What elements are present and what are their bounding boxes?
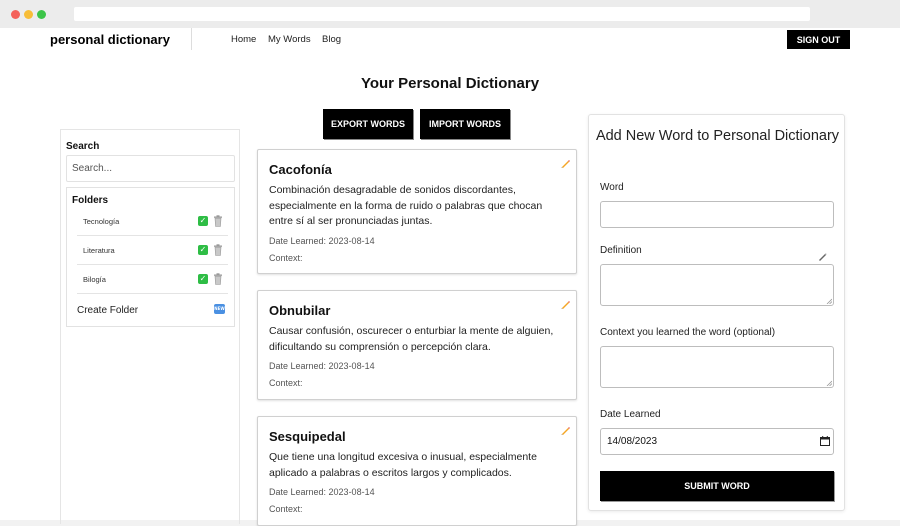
word-card: Cacofonía Combinación desagradable de so… <box>257 149 577 274</box>
date-learned: Date Learned: 2023-08-14 <box>269 236 375 246</box>
folders-panel: Folders Tecnología ✓ Literatura ✓ Bilogí… <box>66 187 235 327</box>
check-icon[interactable]: ✓ <box>198 245 208 255</box>
search-input[interactable] <box>66 155 235 182</box>
date-value: 14/08/2023 <box>607 436 658 447</box>
word-card: Sesquipedal Que tiene una longitud exces… <box>257 416 577 526</box>
create-folder-link[interactable]: Create Folder <box>77 305 138 316</box>
edit-pencil-icon[interactable] <box>560 158 571 169</box>
search-label: Search <box>66 141 100 152</box>
edit-pencil-icon[interactable] <box>560 425 571 436</box>
folder-item[interactable]: Bilogía ✓ <box>77 266 228 294</box>
new-icon[interactable]: NEW <box>214 304 225 314</box>
definition-label: Definition <box>600 245 642 256</box>
calendar-icon[interactable] <box>820 436 830 446</box>
definition-textarea[interactable] <box>600 264 834 306</box>
context-label: Context you learned the word (optional) <box>600 327 776 338</box>
sign-out-button[interactable]: SIGN OUT <box>787 30 850 49</box>
browser-chrome <box>0 0 900 28</box>
word-title: Obnubilar <box>269 303 331 318</box>
address-bar[interactable] <box>74 7 810 21</box>
date-learned: Date Learned: 2023-08-14 <box>269 361 375 371</box>
check-icon[interactable]: ✓ <box>198 274 208 284</box>
nav-home-link[interactable]: Home <box>231 34 256 45</box>
word-card: Obnubilar Causar confusión, oscurecer o … <box>257 290 577 400</box>
date-learned: Date Learned: 2023-08-14 <box>269 487 375 497</box>
definition-pencil-icon[interactable] <box>818 252 827 261</box>
sidebar: Search Folders Tecnología ✓ Literatura ✓… <box>60 129 240 524</box>
date-label: Date Learned <box>600 409 661 420</box>
trash-icon[interactable] <box>213 273 223 285</box>
folder-item[interactable]: Literatura ✓ <box>77 237 228 265</box>
maximize-window-icon[interactable] <box>37 10 46 19</box>
word-context: Context: <box>269 253 303 263</box>
nav-divider <box>191 28 192 50</box>
resize-grip-icon[interactable] <box>826 380 832 386</box>
page-title: Your Personal Dictionary <box>360 75 540 92</box>
check-icon[interactable]: ✓ <box>198 216 208 226</box>
minimize-window-icon[interactable] <box>24 10 33 19</box>
word-title: Sesquipedal <box>269 429 346 444</box>
browser-window: personal dictionary Home My Words Blog S… <box>0 0 900 526</box>
form-title: Add New Word to Personal Dictionary <box>595 128 840 144</box>
add-word-form: Add New Word to Personal Dictionary Word… <box>588 114 845 511</box>
nav-blog-link[interactable]: Blog <box>322 34 341 45</box>
word-label: Word <box>600 182 624 193</box>
top-navbar: personal dictionary Home My Words Blog S… <box>0 28 900 52</box>
word-definition: Que tiene una longitud excesiva o inusua… <box>269 451 537 479</box>
trash-icon[interactable] <box>213 215 223 227</box>
resize-grip-icon[interactable] <box>826 298 832 304</box>
folder-name: Bilogía <box>83 275 106 284</box>
edit-pencil-icon[interactable] <box>560 299 571 310</box>
word-input[interactable] <box>600 201 834 228</box>
nav-my-words-link[interactable]: My Words <box>268 34 311 45</box>
folder-item[interactable]: Tecnología ✓ <box>77 208 228 236</box>
context-textarea[interactable] <box>600 346 834 388</box>
trash-icon[interactable] <box>213 244 223 256</box>
folder-name: Literatura <box>83 246 115 255</box>
submit-word-button[interactable]: SUBMIT WORD <box>600 471 834 501</box>
folder-name: Tecnología <box>83 217 120 226</box>
export-words-button[interactable]: EXPORT WORDS <box>323 109 413 139</box>
brand-logo[interactable]: personal dictionary <box>50 32 170 47</box>
import-words-button[interactable]: IMPORT WORDS <box>420 109 510 139</box>
folders-label: Folders <box>72 195 109 206</box>
word-context: Context: <box>269 378 303 388</box>
word-definition: Causar confusión, oscurecer o enturbiar … <box>269 325 554 353</box>
close-window-icon[interactable] <box>11 10 20 19</box>
word-definition: Combinación desagradable de sonidos disc… <box>269 184 543 227</box>
date-input[interactable]: 14/08/2023 <box>600 428 834 455</box>
word-context: Context: <box>269 504 303 514</box>
word-title: Cacofonía <box>269 162 332 177</box>
